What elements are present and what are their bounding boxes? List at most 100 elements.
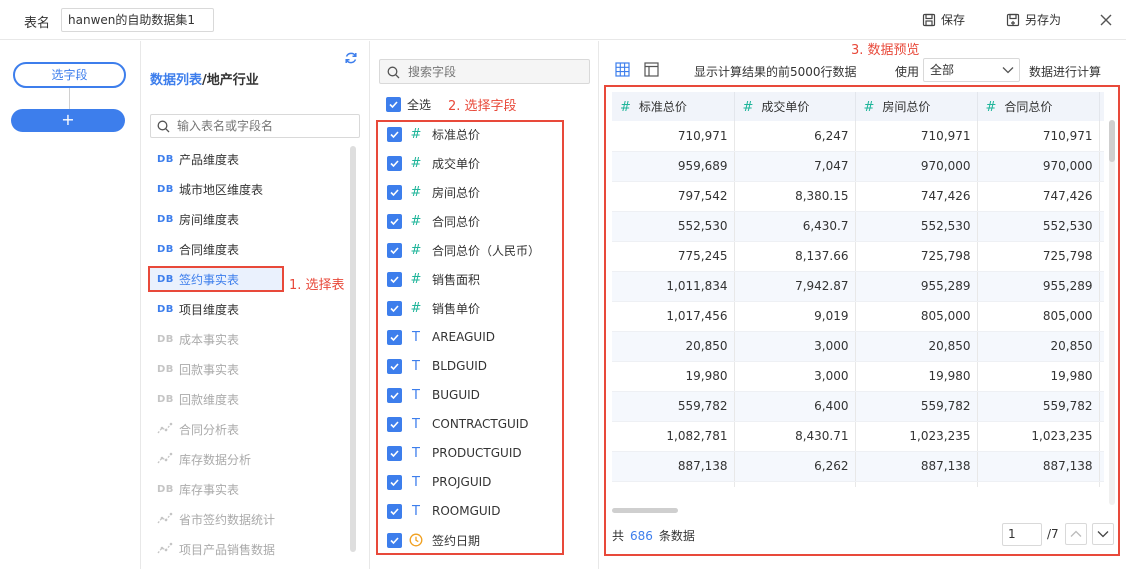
clock-icon (406, 533, 426, 548)
field-list-item[interactable]: # 房间总价 (387, 181, 480, 203)
grid-view-icon[interactable] (615, 62, 630, 77)
field-list-item[interactable]: T PRODUCTGUID (387, 442, 522, 464)
table-list-item-label: 合同维度表 (179, 242, 240, 257)
page-number-input[interactable]: 1 (1002, 523, 1042, 546)
table-list-item[interactable]: 项目产品销售数据 (148, 536, 284, 562)
table-list-item-label: 房间维度表 (179, 212, 240, 227)
table-cell: 6,262 (734, 451, 856, 482)
field-search-box[interactable] (379, 59, 590, 84)
table-list-scrollbar[interactable] (350, 146, 356, 552)
table-cell: 955,289 (977, 271, 1100, 302)
table-list-item[interactable]: DB 回款事实表 (148, 356, 284, 382)
table-list-item[interactable]: 合同分析表 (148, 416, 284, 442)
checkbox-checked-icon[interactable] (387, 358, 402, 374)
field-list-item[interactable]: T PROJGUID (387, 471, 491, 493)
checkbox-checked-icon[interactable] (387, 329, 402, 345)
preview-vertical-scrollbar[interactable] (1109, 120, 1115, 505)
checkbox-checked-icon[interactable] (387, 532, 402, 548)
field-list-item-label: PROJGUID (432, 475, 492, 489)
checkbox-checked-icon[interactable] (387, 184, 402, 200)
table-cell: 747,426 (855, 181, 978, 212)
field-list-item[interactable]: # 标准总价 (387, 123, 480, 145)
field-list-item-label: BUGUID (432, 388, 480, 402)
field-list-item[interactable]: 签约日期 (387, 529, 480, 551)
preview-table: # 标准总价 # 成交单价 # 房间总价 # 合同总价 710,971 6,247 710,971… (612, 92, 1104, 487)
table-cell-overflow (1099, 451, 1104, 482)
field-list-item[interactable]: T AREAGUID (387, 326, 495, 348)
table-list-item[interactable]: DB 产品维度表 (148, 146, 284, 172)
field-search-input[interactable] (408, 63, 586, 81)
layout-view-icon[interactable] (644, 62, 659, 77)
column-header[interactable]: # 房间总价 (855, 92, 978, 121)
table-row: 614,9997,054621,211621,211 (612, 481, 1104, 487)
save-as-button[interactable]: 另存为 (1006, 11, 1061, 28)
table-list-item[interactable]: DB 库存事实表 (148, 476, 284, 502)
table-name-input[interactable]: hanwen的自助数据集1 (61, 8, 214, 32)
table-list-item[interactable]: DB 成本事实表 (148, 326, 284, 352)
scroll-thumb[interactable] (612, 508, 678, 513)
field-list-item[interactable]: T BUGUID (387, 384, 480, 406)
field-list-item[interactable]: T CONTRACTGUID (387, 413, 529, 435)
column-header[interactable]: # 成交单价 (734, 92, 856, 121)
save-label: 保存 (941, 13, 966, 27)
table-list-item[interactable]: DB 城市地区维度表 (148, 176, 284, 202)
number-type-icon: # (410, 126, 422, 142)
table-list-item[interactable]: DB 房间维度表 (148, 206, 284, 232)
table-cell: 805,000 (977, 301, 1100, 332)
connector-line (69, 88, 70, 109)
field-list-item[interactable]: # 销售单价 (387, 297, 480, 319)
field-list-item[interactable]: # 合同总价（人民币） (387, 239, 540, 261)
data-list-link[interactable]: 数据列表 (150, 73, 202, 88)
close-icon[interactable] (1098, 12, 1114, 28)
calc-scope-select[interactable]: 全部 (923, 58, 1020, 82)
table-cell: 614,999 (612, 481, 735, 487)
checkbox-checked-icon[interactable] (387, 300, 402, 316)
table-list-item[interactable]: 库存数据分析 (148, 446, 284, 472)
field-list-item[interactable]: # 合同总价 (387, 210, 480, 232)
preview-horizontal-scrollbar[interactable] (612, 508, 1104, 514)
table-list-item[interactable]: 省市签约数据统计 (148, 506, 284, 532)
checkbox-checked-icon[interactable] (387, 503, 402, 519)
database-icon: DB (157, 483, 174, 495)
checkbox-checked-icon[interactable] (387, 387, 402, 403)
table-cell: 7,942.87 (734, 271, 856, 302)
checkbox-checked-icon[interactable] (387, 474, 402, 490)
save-button[interactable]: 保存 (922, 11, 965, 28)
table-search-input[interactable] (177, 117, 355, 135)
scroll-thumb[interactable] (1109, 120, 1115, 162)
field-list-item[interactable]: T ROOMGUID (387, 500, 500, 522)
text-type-icon: T (412, 387, 420, 403)
table-list-item[interactable]: DB 合同维度表 (148, 236, 284, 262)
table-list-item[interactable]: DB 回款维度表 (148, 386, 284, 412)
checkbox-checked-icon[interactable] (387, 271, 402, 287)
number-type-icon: # (985, 100, 997, 115)
field-list-item[interactable]: # 成交单价 (387, 152, 480, 174)
refresh-icon[interactable] (344, 51, 358, 65)
field-list-item[interactable]: # 销售面积 (387, 268, 480, 290)
table-list-item[interactable]: DB 项目维度表 (148, 296, 284, 322)
column-header[interactable]: # 标准总价 (612, 92, 735, 121)
table-list-item[interactable]: DB 签约事实表 (148, 266, 284, 292)
database-icon: DB (157, 333, 174, 345)
prev-page-button[interactable] (1065, 523, 1087, 545)
checkbox-checked-icon[interactable] (387, 126, 402, 142)
table-list-item-label: 签约事实表 (179, 272, 240, 287)
table-cell: 710,971 (612, 121, 735, 152)
table-cell-overflow (1099, 151, 1104, 182)
checkbox-checked-icon[interactable] (387, 445, 402, 461)
table-search-box[interactable] (150, 114, 360, 138)
checkbox-checked-icon[interactable] (387, 242, 402, 258)
add-step-button[interactable]: + (11, 109, 125, 132)
table-cell: 1,023,235 (977, 421, 1100, 452)
checkbox-checked-icon[interactable] (387, 213, 402, 229)
column-header[interactable]: # 合同总价 (977, 92, 1100, 121)
field-list-item-label: 合同总价（人民币） (432, 243, 541, 258)
preview-grid[interactable]: # 标准总价 # 成交单价 # 房间总价 # 合同总价 710,971 6,247 710,971… (612, 92, 1104, 487)
next-page-button[interactable] (1092, 523, 1114, 545)
checkbox-checked-icon[interactable] (387, 155, 402, 171)
field-list-item[interactable]: T BLDGUID (387, 355, 487, 377)
select-all-checkbox[interactable]: 全选 (386, 96, 431, 113)
table-list-item-label: 回款事实表 (179, 362, 240, 377)
select-field-button[interactable]: 选字段 (13, 62, 126, 88)
checkbox-checked-icon[interactable] (387, 416, 402, 432)
